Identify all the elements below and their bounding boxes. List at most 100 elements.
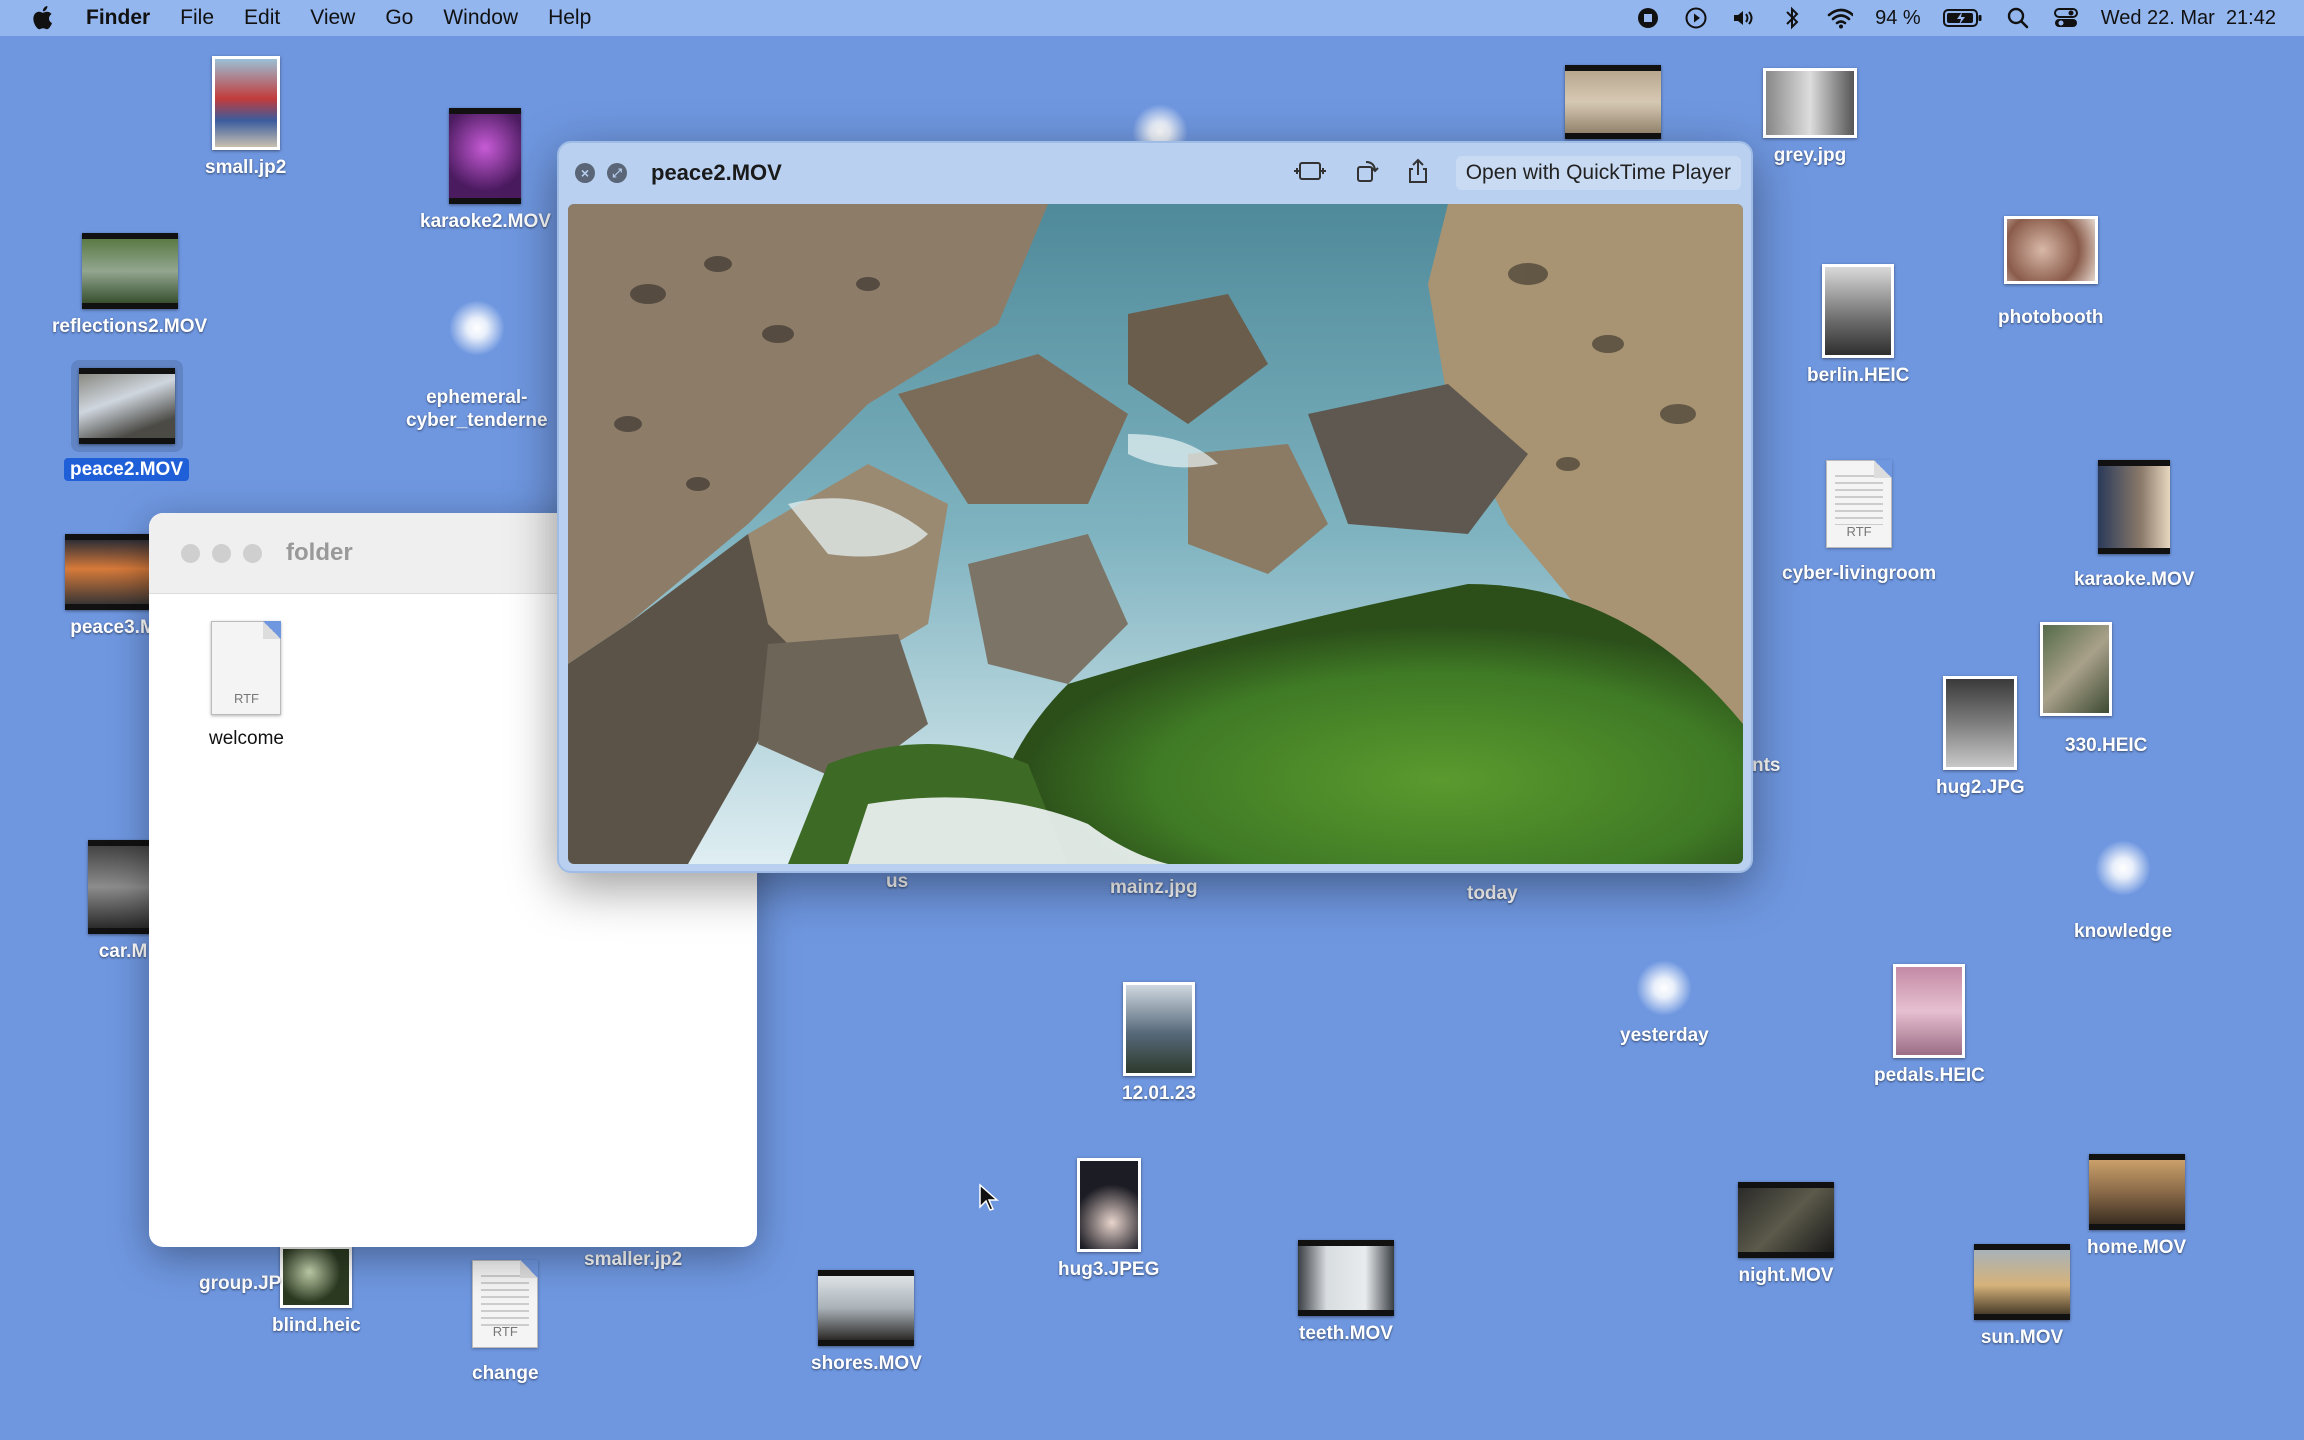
battery-percent: 94 % (1875, 6, 1921, 29)
open-with-quicktime-button[interactable]: Open with QuickTime Player (1455, 156, 1741, 190)
menu-bar-clock[interactable]: Wed 22. Mar 21:42 (2101, 7, 2276, 30)
screen-record-stop-icon[interactable] (1635, 5, 1661, 31)
thumbnail (211, 56, 280, 150)
desktop-icon-today[interactable]: today (1467, 876, 1518, 905)
wifi-icon[interactable] (1827, 5, 1854, 31)
icon-label: karaoke2.MOV (420, 211, 551, 232)
thumbnail (1974, 1244, 2070, 1320)
desktop-icon-sun[interactable]: sun.MOV (1974, 1244, 2070, 1349)
desktop-icon-ephemeral[interactable]: ephemeral- cyber_tenderne (406, 300, 548, 432)
icon-label: berlin.HEIC (1807, 365, 1910, 386)
sparkle-icon (448, 300, 505, 356)
desktop-icon-change[interactable]: RTF change (472, 1260, 539, 1385)
desktop-icon-grey[interactable]: grey.jpg (1763, 68, 1857, 167)
mouse-cursor-icon (978, 1183, 1000, 1218)
thumbnail (81, 233, 178, 309)
menu-window[interactable]: Window (443, 6, 518, 30)
desktop-icon-pedals[interactable]: pedals.HEIC (1874, 964, 1985, 1087)
desktop-icon-karaoke2[interactable]: karaoke2.MOV (420, 108, 551, 233)
desktop-icon-peace2[interactable]: peace2.MOV (64, 360, 189, 481)
thumbnail (2098, 460, 2171, 554)
minimize-button[interactable] (212, 543, 231, 563)
thumbnail (2088, 1154, 2185, 1230)
thumbnail (1565, 65, 1661, 139)
share-icon[interactable] (1406, 157, 1430, 190)
icon-label: change (472, 1363, 539, 1384)
icon-label: reflections2.MOV (52, 316, 208, 337)
rocky-shore-video-frame (568, 204, 1743, 864)
icon-label: nts (1752, 755, 1781, 776)
battery-icon[interactable] (1942, 5, 1983, 31)
menu-go[interactable]: Go (385, 6, 413, 30)
apple-menu-icon[interactable] (30, 3, 58, 33)
icon-label: pedals.HEIC (1874, 1065, 1985, 1086)
desktop-icon-shores[interactable]: shores.MOV (811, 1270, 922, 1375)
menu-view[interactable]: View (310, 6, 355, 30)
icon-label: smaller.jp2 (584, 1249, 683, 1270)
icon-label: us (886, 871, 909, 892)
desktop-icon-330[interactable]: 330.HEIC (2005, 622, 2147, 757)
desktop-icon-cyber-livingroom[interactable]: RTF cyber-livingroom (1782, 460, 1936, 585)
thumbnail (78, 368, 175, 444)
desktop-icon-blind[interactable]: blind.heic (272, 1246, 361, 1337)
desktop-icon-hug3[interactable]: hug3.JPEG (1058, 1158, 1159, 1281)
spotlight-search-icon[interactable] (2005, 5, 2031, 31)
icon-label: small.jp2 (205, 157, 287, 178)
close-button[interactable] (181, 543, 200, 563)
trim-icon[interactable] (1292, 160, 1328, 187)
menu-app-name[interactable]: Finder (86, 6, 150, 30)
desktop-icon-hug2[interactable]: hug2.JPG (1936, 676, 2025, 799)
sparkle-icon (1636, 960, 1693, 1016)
menu-edit[interactable]: Edit (244, 6, 280, 30)
icon-label: ephemeral- cyber_tenderne (406, 387, 548, 431)
bluetooth-icon[interactable] (1779, 5, 1805, 31)
quicklook-titlebar[interactable]: × ⤢ peace2.MOV Open with QuickTime Playe… (559, 143, 1751, 203)
desktop-icon-nts[interactable]: nts (1752, 748, 1781, 777)
icon-label: yesterday (1620, 1025, 1709, 1046)
desktop-icon-mainz[interactable]: mainz.jpg (1110, 870, 1198, 899)
desktop-icon-12-01-23[interactable]: 12.01.23 (1122, 982, 1196, 1105)
volume-icon[interactable] (1731, 5, 1757, 31)
icon-label: 12.01.23 (1122, 1083, 1196, 1104)
desktop-icon-berlin[interactable]: berlin.HEIC (1807, 264, 1909, 387)
desktop-icon-night[interactable]: night.MOV (1738, 1182, 1834, 1287)
menu-file[interactable]: File (180, 6, 214, 30)
desktop-icon-reflections2[interactable]: reflections2.MOV (52, 233, 207, 338)
now-playing-icon[interactable] (1683, 5, 1709, 31)
thumbnail (1122, 982, 1195, 1076)
desktop-icon-small-jp2[interactable]: small.jp2 (205, 56, 286, 179)
folder-item-welcome[interactable]: RTF welcome (209, 621, 284, 750)
control-center-icon[interactable] (2053, 5, 2079, 31)
icon-label: sun.MOV (1980, 1327, 2064, 1348)
icon-label: mainz.jpg (1110, 877, 1198, 898)
fullscreen-icon[interactable]: ⤢ (607, 163, 627, 183)
icon-label: knowledge (2074, 921, 2173, 942)
desktop-icon-top-mov[interactable] (1565, 65, 1661, 139)
desktop-icon-yesterday[interactable]: yesterday (1620, 960, 1709, 1047)
icon-label: today (1467, 883, 1518, 904)
desktop-icon-car[interactable]: car.M (88, 840, 158, 963)
sparkle-icon (2095, 840, 2152, 896)
menu-bar: Finder File Edit View Go Window Help 94 … (0, 0, 2304, 36)
desktop-icon-knowledge[interactable]: knowledge (2074, 840, 2172, 943)
icon-label: karaoke.MOV (2074, 569, 2195, 590)
desktop-icon-home[interactable]: home.MOV (2087, 1154, 2186, 1259)
icon-label: home.MOV (2087, 1237, 2187, 1258)
rtf-document-icon: RTF (1826, 460, 1893, 548)
rotate-icon[interactable] (1354, 158, 1380, 189)
desktop-icon-teeth[interactable]: teeth.MOV (1298, 1240, 1394, 1345)
icon-label: peace3.M (70, 617, 156, 638)
desktop-icon-karaoke[interactable]: karaoke.MOV (2074, 460, 2194, 591)
desktop-icon-peace3[interactable]: peace3.M (65, 534, 161, 639)
thumbnail (1893, 964, 1966, 1058)
quicklook-window: × ⤢ peace2.MOV Open with QuickTime Playe… (557, 141, 1753, 873)
thumbnail (65, 534, 161, 610)
menu-help[interactable]: Help (548, 6, 591, 30)
video-preview[interactable] (568, 204, 1743, 864)
selection-highlight (70, 360, 183, 452)
thumbnail (1943, 676, 2018, 770)
zoom-button[interactable] (243, 543, 262, 563)
close-icon[interactable]: × (575, 163, 595, 183)
desktop-icon-group[interactable]: group.JP (199, 1266, 281, 1295)
desktop-icon-photobooth[interactable]: photobooth (1998, 216, 2104, 329)
